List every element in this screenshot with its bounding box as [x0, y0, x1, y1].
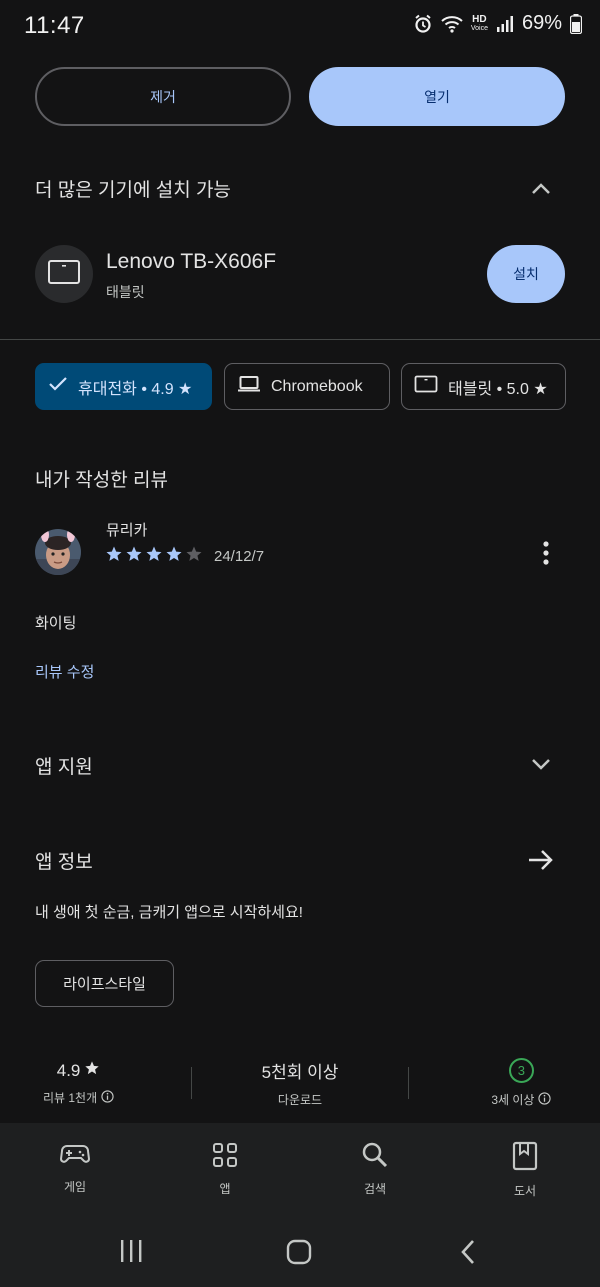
chip-chromebook[interactable]: Chromebook	[224, 363, 390, 410]
nav-label: 게임	[63, 1180, 87, 1194]
status-bar: 11:47 HD Voice 69%	[0, 0, 600, 52]
reviewer-name: 뮤리카	[106, 522, 148, 539]
chevron-down-icon[interactable]	[528, 751, 554, 782]
app-info-title[interactable]: 앱 정보	[35, 847, 93, 874]
wifi-icon	[441, 15, 463, 33]
star-icon	[84, 1060, 100, 1081]
open-button-label: 열기	[424, 88, 450, 105]
rating-value: 4.9	[56, 1060, 81, 1080]
install-button[interactable]: 설치	[487, 245, 565, 303]
battery-icon	[570, 13, 582, 34]
nav-search[interactable]: 검색	[325, 1141, 425, 1199]
laptop-icon	[237, 375, 261, 398]
hd-bottom-text: Voice	[470, 24, 488, 32]
category-label: 라이프스타일	[63, 976, 146, 993]
chip-label: 휴대전화 • 4.9 ★	[78, 380, 193, 398]
chip-tablet[interactable]: 태블릿 • 5.0 ★	[401, 363, 566, 410]
downloads-value: 5천회 이상	[261, 1063, 339, 1082]
nav-label: 검색	[363, 1182, 387, 1196]
signal-icon	[496, 15, 514, 33]
hd-voice-icon: HD Voice	[470, 13, 488, 33]
info-icon[interactable]	[101, 1089, 114, 1106]
category-chip[interactable]: 라이프스타일	[35, 960, 174, 1007]
info-icon[interactable]	[538, 1091, 552, 1108]
gamepad-icon	[59, 1141, 91, 1172]
battery-text: 69%	[521, 12, 562, 34]
bottom-nav: 게임 앱 검색 도서	[0, 1123, 600, 1209]
open-button[interactable]: 열기	[309, 67, 565, 126]
avatar[interactable]	[35, 529, 81, 575]
home-icon[interactable]	[286, 1239, 312, 1270]
remove-button-label: 제거	[150, 88, 176, 105]
rating-label: 리뷰 1천개	[42, 1091, 98, 1105]
star-icon	[105, 545, 123, 568]
star-icon	[145, 545, 163, 568]
system-nav-bar	[0, 1209, 600, 1287]
status-icons: HD Voice 69%	[413, 12, 582, 35]
star-empty-icon	[185, 545, 203, 568]
age-rating-badge: 3	[508, 1058, 534, 1083]
device-name: Lenovo TB-X606F	[106, 250, 277, 273]
remove-button[interactable]: 제거	[35, 67, 291, 126]
install-button-label: 설치	[513, 266, 539, 282]
app-support-title[interactable]: 앱 지원	[35, 752, 93, 779]
nav-label: 도서	[513, 1184, 537, 1198]
chip-label: 태블릿 • 5.0 ★	[448, 380, 548, 398]
back-icon[interactable]	[458, 1239, 478, 1270]
alarm-icon	[413, 14, 433, 34]
downloads-label: 다운로드	[277, 1093, 323, 1107]
downloads-stat: 5천회 이상 다운로드	[226, 1058, 374, 1108]
age-stat: 3 3세 이상	[443, 1058, 600, 1108]
chip-label: Chromebook	[271, 377, 363, 395]
device-type: 태블릿	[106, 284, 145, 300]
stat-separator	[191, 1067, 193, 1099]
age-label: 3세 이상	[491, 1093, 535, 1107]
search-icon	[361, 1141, 389, 1174]
status-time: 11:47	[24, 12, 85, 39]
chip-phone[interactable]: 휴대전화 • 4.9 ★	[35, 363, 212, 410]
review-text: 화이팅	[35, 615, 77, 632]
section-divider	[0, 339, 600, 340]
review-stars	[105, 545, 203, 568]
nav-books[interactable]: 도서	[475, 1141, 575, 1199]
tablet-icon	[47, 259, 81, 290]
hd-top-text: HD	[472, 13, 487, 25]
edit-review-link[interactable]: 리뷰 수정	[35, 661, 94, 682]
more-devices-title: 더 많은 기기에 설치 가능	[35, 180, 231, 201]
book-icon	[512, 1141, 538, 1176]
apps-grid-icon	[211, 1141, 239, 1174]
star-icon	[165, 545, 183, 568]
nav-apps[interactable]: 앱	[175, 1141, 275, 1199]
star-icon	[125, 545, 143, 568]
stat-separator	[407, 1067, 409, 1099]
rating-stat: 4.9 리뷰 1천개	[0, 1060, 157, 1106]
app-description: 내 생애 첫 순금, 금캐기 앱으로 시작하세요!	[35, 904, 303, 921]
device-icon-wrap	[35, 245, 93, 303]
recent-apps-icon[interactable]	[118, 1239, 144, 1268]
chevron-up-icon[interactable]	[528, 176, 554, 207]
nav-label: 앱	[219, 1182, 231, 1196]
review-date: 24/12/7	[214, 548, 265, 565]
check-icon	[48, 375, 68, 398]
my-review-title: 내가 작성한 리뷰	[35, 470, 168, 491]
arrow-right-icon[interactable]	[526, 845, 556, 880]
stats-row: 4.9 리뷰 1천개 5천회 이상 다운로드 3 3세 이상	[0, 1058, 600, 1108]
more-options-icon[interactable]	[536, 540, 556, 571]
nav-games[interactable]: 게임	[25, 1141, 125, 1199]
tablet-icon	[414, 375, 438, 398]
